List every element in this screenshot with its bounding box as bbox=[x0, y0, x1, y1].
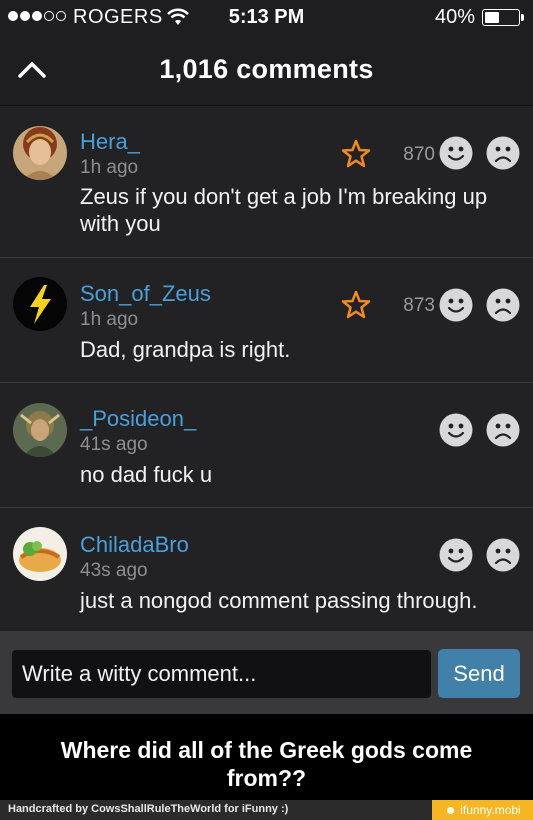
page-title: 1,016 comments bbox=[159, 54, 374, 84]
comment-item: Hera_ 1h ago Zeus if you don't get a job… bbox=[0, 106, 533, 258]
comment-composer: Write a witty comment... Send bbox=[0, 632, 533, 714]
comment-text: no dad fuck u bbox=[80, 462, 213, 487]
watermark-footer: Handcrafted by CowsShallRuleTheWorld for… bbox=[0, 800, 533, 820]
username[interactable]: _Posideon_ bbox=[80, 406, 196, 432]
footer-credit: Handcrafted by CowsShallRuleTheWorld for… bbox=[8, 803, 289, 815]
battery-tip bbox=[521, 14, 524, 21]
smile-icon[interactable] bbox=[439, 136, 473, 170]
username[interactable]: ChiladaBro bbox=[80, 532, 189, 558]
avatar[interactable] bbox=[13, 403, 67, 457]
star-outline-icon[interactable] bbox=[341, 290, 371, 320]
smile-icon[interactable] bbox=[439, 538, 473, 572]
brand-badge[interactable]: ☻ ifunny.mobi bbox=[432, 800, 533, 820]
username[interactable]: Hera_ bbox=[80, 129, 140, 155]
comment-text: just a nongod comment passing through. bbox=[80, 588, 478, 613]
score: 870 bbox=[403, 144, 435, 165]
frown-icon[interactable] bbox=[486, 538, 520, 572]
battery-icon bbox=[482, 9, 520, 26]
username[interactable]: Son_of_Zeus bbox=[80, 281, 211, 307]
smile-icon[interactable] bbox=[439, 413, 473, 447]
timestamp: 43s ago bbox=[80, 560, 148, 581]
meme-caption: Where did all of the Greek gods come fro… bbox=[60, 737, 473, 791]
frown-icon[interactable] bbox=[486, 288, 520, 322]
avatar[interactable] bbox=[13, 277, 67, 331]
frown-icon[interactable] bbox=[486, 413, 520, 447]
nav-bar: 1,016 comments bbox=[0, 34, 533, 106]
timestamp: 41s ago bbox=[80, 434, 148, 455]
timestamp: 1h ago bbox=[80, 157, 139, 178]
smile-icon[interactable] bbox=[439, 288, 473, 322]
score: 873 bbox=[403, 295, 435, 316]
frown-icon[interactable] bbox=[486, 136, 520, 170]
status-bar: ROGERS 5:13 PM 40% bbox=[0, 0, 533, 34]
comment-text: Zeus if you don't get a job I'm breaking… bbox=[80, 184, 488, 236]
star-outline-icon[interactable] bbox=[341, 139, 371, 169]
timestamp: 1h ago bbox=[80, 309, 139, 330]
comments-list[interactable]: Hera_ 1h ago Zeus if you don't get a job… bbox=[0, 106, 533, 632]
avatar[interactable] bbox=[13, 527, 67, 581]
comment-input[interactable]: Write a witty comment... bbox=[12, 650, 431, 698]
send-button[interactable]: Send bbox=[438, 649, 520, 698]
comment-text: Dad, grandpa is right. bbox=[80, 337, 291, 362]
avatar[interactable] bbox=[13, 126, 67, 180]
meme-caption-area: Where did all of the Greek gods come fro… bbox=[0, 714, 533, 800]
brand-text: ☻ ifunny.mobi bbox=[444, 803, 521, 817]
battery-percent: 40% bbox=[435, 6, 476, 28]
